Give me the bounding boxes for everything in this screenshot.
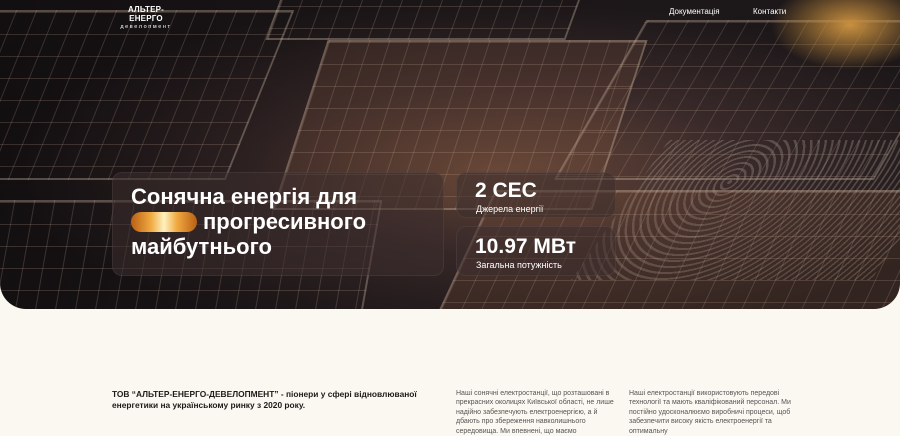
brand-name: АЛЬТЕР-ЕНЕРГО — [127, 5, 165, 23]
solar-panel — [0, 10, 295, 180]
about-column-1: Наші сонячні електростанції, що розташов… — [456, 390, 614, 435]
stat-label-capacity: Загальна потужність — [476, 260, 562, 270]
about-lead-text: ТОВ “АЛЬТЕР-ЕНЕРГО-ДЕВЕЛОПМЕНТ” - піонер… — [112, 389, 417, 410]
brand-logo[interactable]: АЛЬТЕР-ЕНЕРГО девелопмент — [112, 5, 180, 30]
nav-link-documentation[interactable]: Документація — [669, 7, 720, 16]
stat-value-capacity: 10.97 МВт — [475, 235, 577, 258]
nav-link-contacts[interactable]: Контакти — [753, 7, 786, 16]
stat-value-sources: 2 СЕС — [475, 179, 537, 202]
sun-pill-graphic — [131, 212, 197, 232]
hero-headline: Сонячна енергія для прогресивного майбут… — [131, 184, 431, 259]
headline-line-2-wrap: прогресивного — [131, 209, 431, 234]
headline-line-2: прогресивного — [203, 209, 367, 234]
about-column-2: Наші електростанції використовують перед… — [629, 390, 791, 435]
stat-label-sources: Джерела енергії — [476, 204, 544, 214]
top-navigation: АЛЬТЕР-ЕНЕРГО девелопмент Документація К… — [0, 0, 900, 30]
brand-subtitle: девелопмент — [120, 24, 172, 30]
hero-section: АЛЬТЕР-ЕНЕРГО девелопмент Документація К… — [0, 0, 900, 309]
headline-line-1: Сонячна енергія для — [131, 184, 358, 209]
headline-line-3: майбутнього — [131, 234, 272, 259]
